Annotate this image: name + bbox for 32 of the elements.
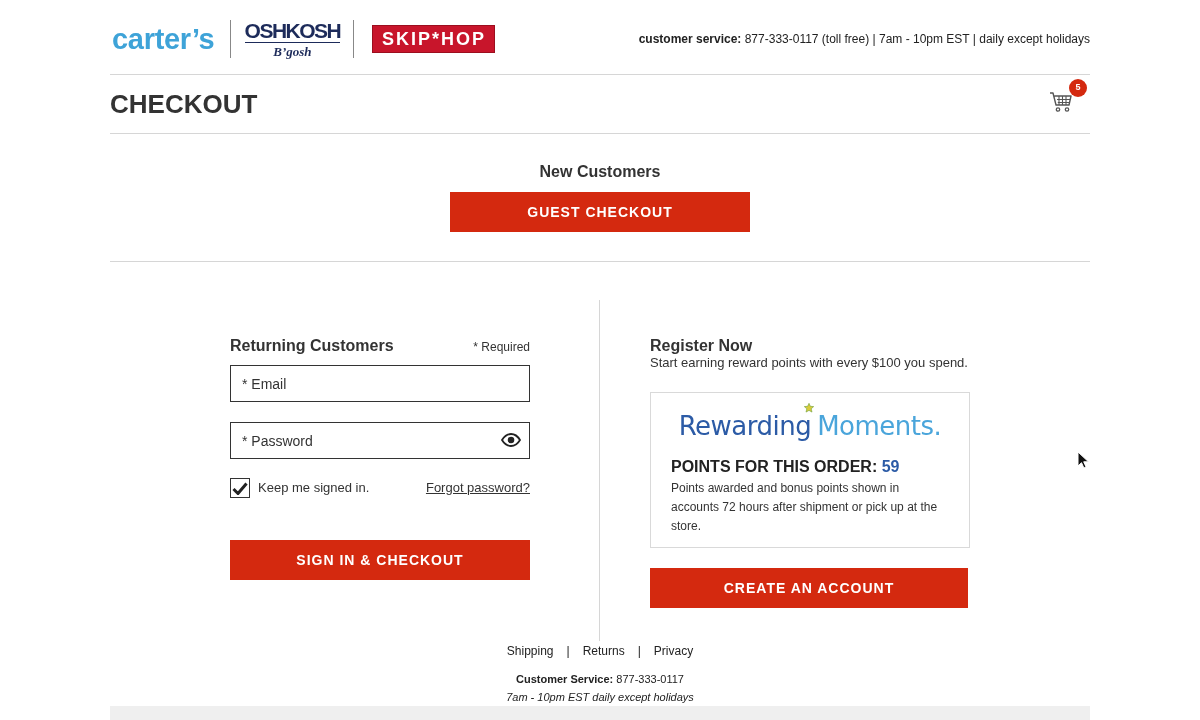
password-field[interactable]: * Password	[230, 422, 530, 459]
guest-checkout-button[interactable]: GUEST CHECKOUT	[450, 192, 750, 232]
register-subtitle: Start earning reward points with every $100 you spend.	[650, 355, 968, 371]
checkbox-label: Keep me signed in.	[258, 479, 370, 498]
footer-link[interactable]: Returns	[582, 644, 625, 658]
points-total: POINTS FOR THIS ORDER: 59	[671, 457, 901, 476]
section-heading: Register Now	[650, 336, 753, 355]
cart-count-badge: 5	[1069, 79, 1087, 97]
email-field[interactable]: * Email	[230, 365, 530, 402]
points-note: Points awarded and bonus points shown in accounts 72 hours after shipment or pick up at the store.	[671, 480, 939, 535]
sign-in-button[interactable]: SIGN IN & CHECKOUT	[230, 540, 530, 580]
footer-link[interactable]: Shipping	[506, 644, 554, 658]
section-heading: Returning Customers	[230, 336, 394, 355]
brand-logo[interactable]: SKIP*HOP	[372, 25, 496, 53]
customer-service-info: customer service: 877-333-0117 (toll free) | 7am - 10pm EST | daily except holidays	[638, 31, 1090, 48]
link-separator: |	[637, 644, 641, 658]
footer-link[interactable]: Privacy	[653, 644, 694, 658]
rewards-logo: Rewarding Moments.	[678, 413, 942, 439]
footer-hours: 7am - 10pm EST daily except holidays	[506, 690, 694, 704]
page-title: CHECKOUT	[110, 91, 258, 117]
forgot-password-link[interactable]: Forgot password?	[425, 478, 530, 498]
eye-icon[interactable]	[501, 433, 521, 447]
cart-icon[interactable]	[1049, 90, 1073, 113]
link-separator: |	[566, 644, 570, 658]
footer-customer-service: Customer Service: 877-333-0117	[516, 672, 684, 686]
create-account-button[interactable]: CREATE AN ACCOUNT	[650, 568, 968, 608]
star-icon	[804, 403, 814, 413]
mouse-pointer-icon	[1077, 451, 1089, 469]
required-note: * Required	[473, 339, 530, 356]
checkmark-icon	[232, 481, 248, 495]
section-heading: New Customers	[539, 162, 661, 181]
checkbox[interactable]	[230, 478, 250, 498]
